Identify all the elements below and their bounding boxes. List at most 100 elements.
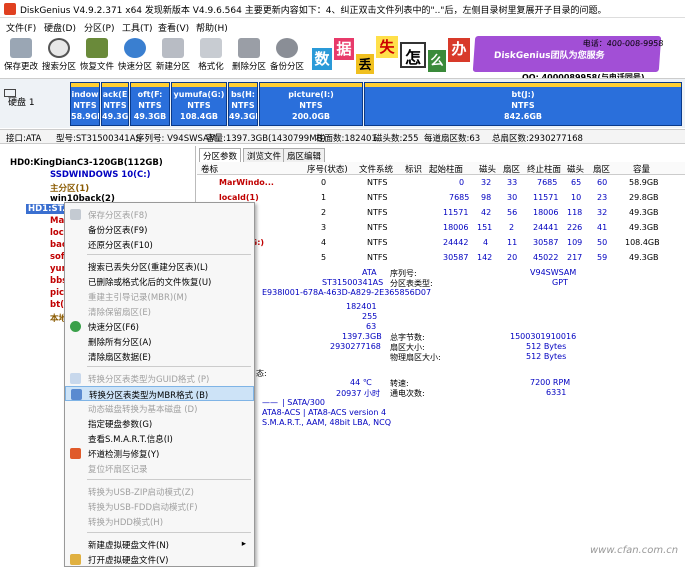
col-sector2[interactable]: 扇区 [593, 163, 610, 175]
detail-ata-version: ATA8-ACS | ATA8-ACS version 4 [262, 408, 387, 417]
ad-banner[interactable]: 数 据 丢 失 怎 么 办 DiskGenius团队为您服务 电话：400-00… [310, 34, 664, 83]
detail-spt: 63 [366, 322, 377, 331]
menu-item-convert-to-guid[interactable]: 转换分区表类型为GUID格式 (P) [65, 371, 254, 386]
col-fs[interactable]: 文件系统 [359, 163, 393, 175]
context-menu: 保存分区表(F8) 备份分区表(F9) 还原分区表(F10) 搜索已丢失分区(重… [64, 202, 255, 567]
table-row[interactable]: (G:) 4 NTFS 24442 4 11 30587 109 50 108.… [197, 238, 685, 250]
menu-item-hdd-mode[interactable]: 转换为HDD模式(H) [65, 514, 254, 529]
tab-partition-params[interactable]: 分区参数 [199, 148, 242, 163]
table-row[interactable]: :) 2 NTFS 11571 42 56 18006 118 32 49.3G… [197, 208, 685, 220]
table-row[interactable]: locald(1) 1 NTFS 7685 98 30 11571 10 23 … [197, 193, 685, 205]
detail-pt-value: GPT [552, 278, 568, 287]
menu-separator [87, 366, 251, 367]
detail-heads: 255 [362, 312, 378, 321]
partition-block-3[interactable]: oft(F: NTFS 49.3GB [130, 82, 170, 126]
partition-block-6[interactable]: picture(I:) NTFS 200.0GB [259, 82, 363, 126]
menu-item-rebuild-mbr[interactable]: 重建主引导记录(MBR)(M) [65, 289, 254, 304]
menu-disk[interactable]: 硬盘(D) [44, 21, 76, 34]
menu-item-specify-disk-params[interactable]: 指定硬盘参数(G) [65, 416, 254, 431]
partition-block-4[interactable]: yumufa(G:) NTFS 108.4GB [171, 82, 227, 126]
disk-serial: 序列号: V94SWSAM [136, 134, 217, 144]
menu-item-open-virtual-disk[interactable]: 打开虚拟硬盘文件(V) [65, 552, 254, 567]
banner-phone: 电话：400-008-9958 [582, 39, 664, 48]
menu-file[interactable]: 文件(F) [6, 21, 36, 34]
disk-heads: 磁头数:255 [374, 134, 419, 144]
disk-interface: 接口:ATA [6, 134, 42, 144]
recover-files-button[interactable]: 恢复文件 [80, 36, 114, 74]
convert-icon [70, 373, 81, 384]
col-sector[interactable]: 扇区 [503, 163, 520, 175]
col-index[interactable]: 序号(状态) [307, 163, 348, 175]
menu-view[interactable]: 查看(V) [158, 21, 189, 34]
tab-sector-edit[interactable]: 扇区编辑 [283, 148, 326, 163]
delete-partition-button[interactable]: 删除分区 [232, 36, 266, 74]
partition-block-5[interactable]: bs(H:NTFS49.3GB [228, 82, 258, 126]
detail-ata: ATA [362, 268, 377, 277]
detail-total-bytes-value: 1500301910016 [510, 332, 577, 341]
save-icon [10, 38, 32, 58]
detail-temp: 44 ℃ [350, 378, 372, 387]
menu-item-dynamic-to-basic[interactable]: 动态磁盘转换为基本磁盘 (D) [65, 401, 254, 416]
col-head2[interactable]: 磁头 [567, 163, 584, 175]
app-icon [4, 3, 16, 15]
tree-node-c[interactable]: SSDWINDOWS 10(C:) [50, 170, 151, 180]
menu-item-reset-bad-sectors[interactable]: 复位坏扇区记录 [65, 461, 254, 476]
format-button[interactable]: 格式化 [194, 36, 228, 74]
col-capacity[interactable]: 容量 [633, 163, 650, 175]
save-changes-button[interactable]: 保存更改 [4, 36, 38, 74]
col-head[interactable]: 磁头 [479, 163, 496, 175]
partition-block-2[interactable]: ack(ENTFS49.3GB [101, 82, 129, 126]
partition-block-1[interactable]: indowNTFS58.9GB [70, 82, 100, 126]
tree-node-partition[interactable]: sof [50, 252, 65, 262]
backup-partition-button[interactable]: 备份分区 [270, 36, 304, 74]
col-label[interactable]: 卷标 [201, 163, 218, 175]
detail-cap: 1397.3GB [342, 332, 382, 341]
col-end-cyl[interactable]: 终止柱面 [527, 163, 561, 175]
detail-hours: 20937 小时 [336, 389, 380, 398]
tree-node-hd0[interactable]: HD0:KingDianC3-120GB(112GB) [10, 158, 163, 168]
tab-browse-files[interactable]: 浏览文件 [243, 148, 286, 163]
menu-item-backup-partition-table[interactable]: 备份分区表(F9) [65, 222, 254, 237]
partition-block-7[interactable]: bt(J:) NTFS 842.6GB [364, 82, 682, 126]
menu-item-search-lost-partitions[interactable]: 搜索已丢失分区(重建分区表)(L) [65, 259, 254, 274]
menu-item-save-partition-table[interactable]: 保存分区表(F8) [65, 207, 254, 222]
col-start-cyl[interactable]: 起始柱面 [429, 163, 463, 175]
menu-item-new-virtual-disk[interactable]: 新建虚拟硬盘文件(N) ▸ [65, 537, 254, 552]
folder-icon [70, 554, 81, 565]
menu-item-quick-partition[interactable]: 快速分区(F6) [65, 319, 254, 334]
disk-spt: 每道扇区数:63 [424, 134, 481, 144]
menu-item-restore-partition-table[interactable]: 还原分区表(F10) [65, 237, 254, 252]
banner-contact-box: DiskGenius团队为您服务 电话：400-008-9958 [472, 36, 664, 72]
table-row[interactable]: ) 5 NTFS 30587 142 20 45022 217 59 49.3G… [197, 253, 685, 265]
detail-line: —— [262, 398, 278, 407]
tree-node-partition[interactable]: bt( [50, 300, 64, 310]
search-partition-button[interactable]: 搜索分区 [42, 36, 76, 74]
table-row[interactable]: :) 3 NTFS 18006 151 2 24441 226 41 49.3G… [197, 223, 685, 235]
menu-separator [87, 479, 251, 480]
quick-partition-icon [124, 38, 146, 58]
menu-item-clear-sector-data[interactable]: 清除扇区数据(E) [65, 349, 254, 364]
tree-node-partition[interactable]: loc [50, 228, 64, 238]
menu-partition[interactable]: 分区(P) [84, 21, 114, 34]
menu-item-bad-sector-check[interactable]: 坏道检测与修复(Y) [65, 446, 254, 461]
detail-state: 态: [256, 369, 267, 378]
menu-item-usb-zip[interactable]: 转换为USB-ZIP启动模式(Z) [65, 484, 254, 499]
menu-item-file-recovery[interactable]: 已删除或格式化后的文件恢复(U) [65, 274, 254, 289]
new-partition-button[interactable]: 新建分区 [156, 36, 190, 74]
tree-node-primary1[interactable]: 主分区(1) [50, 182, 89, 194]
menu-help[interactable]: 帮助(H) [196, 21, 228, 34]
menu-item-view-smart[interactable]: 查看S.M.A.R.T.信息(I) [65, 431, 254, 446]
backup-icon [276, 38, 298, 58]
menu-item-convert-to-mbr[interactable]: 转换分区表类型为MBR格式 (B) [65, 386, 254, 401]
menu-item-usb-fdd[interactable]: 转换为USB-FDD启动模式(F) [65, 499, 254, 514]
menu-item-clear-reserved[interactable]: 清除保留扇区(E) [65, 304, 254, 319]
menu-item-delete-all-partitions[interactable]: 删除所有分区(A) [65, 334, 254, 349]
detail-sata: | SATA/300 [282, 398, 326, 407]
quick-partition-button[interactable]: 快速分区 [118, 36, 152, 74]
detail-poweron-label: 通电次数: [390, 389, 425, 398]
tree-node-partition[interactable]: pic [50, 288, 64, 298]
menu-tools[interactable]: 工具(T) [122, 21, 153, 34]
col-flag[interactable]: 标识 [405, 163, 422, 175]
detail-rpm-value: 7200 RPM [530, 378, 571, 387]
table-row[interactable]: MarWindo... 0 NTFS 0 32 33 7685 65 60 58… [197, 178, 685, 190]
